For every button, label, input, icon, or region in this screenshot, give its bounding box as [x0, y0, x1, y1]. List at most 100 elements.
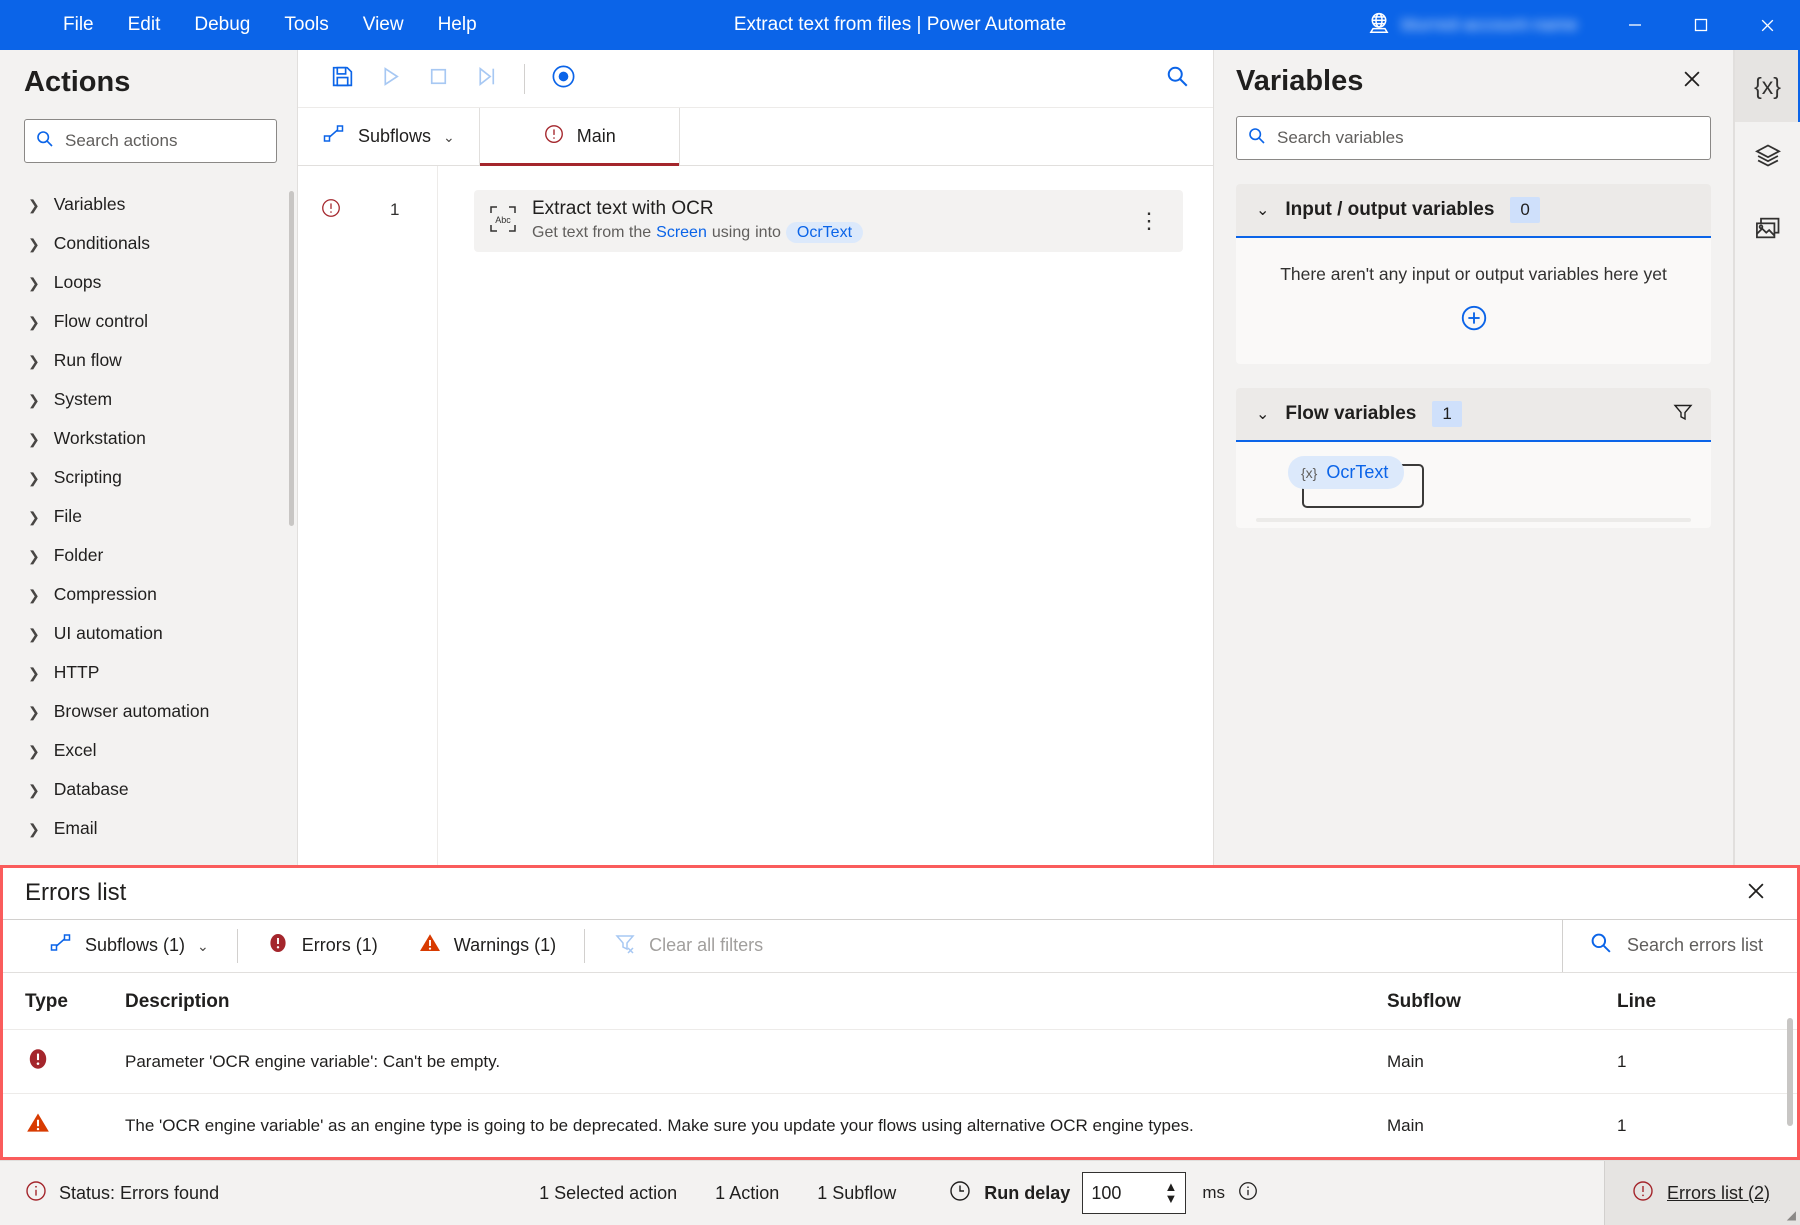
action-subtitle-into: into — [755, 224, 781, 242]
actions-group-ui-automation[interactable]: ❯ UI automation — [0, 614, 297, 653]
find-in-flow-button[interactable] — [1155, 59, 1199, 99]
tab-subflows-label: Subflows — [358, 126, 431, 147]
flow-variable-ocrtext[interactable]: {x} OcrText — [1288, 456, 1404, 489]
menu-item-file[interactable]: File — [46, 8, 111, 42]
input-output-variables-header[interactable]: ⌄ Input / output variables 0 — [1236, 184, 1711, 238]
actions-group-system[interactable]: ❯ System — [0, 380, 297, 419]
menu-item-help[interactable]: Help — [421, 8, 494, 42]
warning-icon — [25, 1121, 51, 1140]
actions-group-workstation[interactable]: ❯ Workstation — [0, 419, 297, 458]
row-error-icon — [320, 197, 342, 224]
table-row[interactable]: Parameter 'OCR engine variable': Can't b… — [3, 1030, 1797, 1094]
tab-main[interactable]: Main — [480, 108, 680, 165]
recorder-button[interactable] — [541, 59, 585, 99]
action-subtitle-source-link[interactable]: Screen — [656, 224, 707, 242]
stop-button[interactable] — [416, 59, 460, 99]
chevron-right-icon: ❯ — [28, 588, 40, 602]
run-delay-info-icon[interactable] — [1237, 1180, 1259, 1207]
run-delay-unit: ms — [1202, 1183, 1225, 1203]
flow-variables-header[interactable]: ⌄ Flow variables 1 — [1236, 388, 1711, 442]
step-over-icon — [474, 64, 499, 94]
save-button[interactable] — [320, 59, 364, 99]
actions-group-file[interactable]: ❯ File — [0, 497, 297, 536]
filter-subflows-label: Subflows (1) — [85, 935, 185, 956]
filter-icon[interactable] — [1671, 400, 1695, 429]
actions-group-flow-control[interactable]: ❯ Flow control — [0, 302, 297, 341]
chevron-right-icon: ❯ — [28, 198, 40, 212]
status-indicator: Status: Errors found — [0, 1179, 219, 1208]
errors-table-scrollbar[interactable] — [1787, 1018, 1793, 1126]
actions-scrollbar[interactable] — [289, 191, 294, 526]
actions-group-database[interactable]: ❯ Database — [0, 770, 297, 809]
search-variables-input[interactable]: Search variables — [1236, 116, 1711, 160]
menu-item-view[interactable]: View — [346, 8, 421, 42]
stepper-arrows[interactable]: ▲ ▼ — [1164, 1182, 1177, 1205]
chevron-down-icon[interactable]: ⌄ — [1256, 200, 1269, 220]
flow-variables-body: {x} OcrText — [1236, 442, 1711, 528]
filter-divider — [237, 929, 238, 963]
search-errors-input[interactable]: Search errors list — [1562, 920, 1797, 972]
error-badge-icon — [543, 123, 565, 150]
actions-group-excel[interactable]: ❯ Excel — [0, 731, 297, 770]
chevron-down-icon[interactable]: ⌄ — [1256, 404, 1269, 424]
actions-group-scripting[interactable]: ❯ Scripting — [0, 458, 297, 497]
menu-item-debug[interactable]: Debug — [177, 8, 267, 42]
actions-group-label: UI automation — [54, 623, 163, 644]
chevron-right-icon: ❯ — [28, 549, 40, 563]
maximize-button[interactable] — [1668, 0, 1734, 50]
strip-images-button[interactable] — [1735, 194, 1800, 266]
actions-group-variables[interactable]: ❯ Variables — [0, 185, 297, 224]
gutter-row: 1 — [298, 190, 437, 230]
variables-pane-header: Variables — [1214, 50, 1733, 106]
action-more-options-button[interactable]: ⋮ — [1132, 208, 1167, 234]
search-actions-input[interactable]: Search actions — [24, 119, 277, 163]
actions-group-browser-automation[interactable]: ❯ Browser automation — [0, 692, 297, 731]
actions-pane-title: Actions — [0, 50, 297, 109]
run-delay-stepper[interactable]: 100 ▲ ▼ — [1082, 1172, 1186, 1214]
strip-variables-button[interactable]: {x} — [1735, 50, 1800, 122]
chevron-right-icon: ❯ — [28, 471, 40, 485]
minimize-button[interactable] — [1602, 0, 1668, 50]
run-delay-value[interactable]: 100 — [1091, 1183, 1121, 1204]
subflows-icon — [49, 931, 73, 960]
filter-warnings[interactable]: Warnings (1) — [398, 920, 576, 972]
actions-group-http[interactable]: ❯ HTTP — [0, 653, 297, 692]
errors-list-close-button[interactable] — [1735, 876, 1777, 910]
menu-item-edit[interactable]: Edit — [111, 8, 178, 42]
stop-icon — [426, 64, 451, 94]
menu-item-tools[interactable]: Tools — [267, 8, 345, 42]
chevron-down-icon[interactable]: ▼ — [1164, 1194, 1177, 1204]
account-name: blurred-account-name — [1402, 15, 1578, 35]
resize-grip-icon[interactable]: ◢ — [1787, 1208, 1796, 1222]
run-button[interactable] — [368, 59, 412, 99]
clear-all-filters-button[interactable]: Clear all filters — [593, 920, 783, 972]
power-automate-window: File Edit Debug Tools View Help Extract … — [0, 0, 1800, 1225]
add-input-output-variable-button[interactable] — [1459, 303, 1489, 338]
errors-table: Type Description Subflow Line — [3, 973, 1797, 1157]
filter-errors[interactable]: Errors (1) — [246, 920, 398, 972]
table-row[interactable]: The 'OCR engine variable' as an engine t… — [3, 1094, 1797, 1158]
action-output-variable-pill[interactable]: OcrText — [786, 222, 863, 244]
actions-group-email[interactable]: ❯ Email — [0, 809, 297, 848]
action-card-extract-text-with-ocr[interactable]: Abc Extract text with OCR Get text from … — [474, 190, 1183, 252]
layers-icon — [1754, 142, 1782, 175]
strip-ui-elements-button[interactable] — [1735, 122, 1800, 194]
variables-pane-close-button[interactable] — [1673, 64, 1711, 98]
actions-group-run-flow[interactable]: ❯ Run flow — [0, 341, 297, 380]
actions-group-compression[interactable]: ❯ Compression — [0, 575, 297, 614]
actions-group-label: Scripting — [54, 467, 122, 488]
close-button[interactable] — [1734, 0, 1800, 50]
variable-row-separator — [1256, 518, 1691, 522]
row-line: 1 — [1617, 1094, 1797, 1158]
action-subtitle: Get text from the Screen using into OcrT… — [532, 222, 863, 244]
errors-list-status-button[interactable]: Errors list (2) — [1604, 1161, 1800, 1225]
actions-group-folder[interactable]: ❯ Folder — [0, 536, 297, 575]
account-area[interactable]: blurred-account-name — [1366, 10, 1578, 41]
run-next-action-button[interactable] — [464, 59, 508, 99]
tab-subflows[interactable]: Subflows ⌄ — [298, 108, 480, 165]
actions-group-loops[interactable]: ❯ Loops — [0, 263, 297, 302]
filter-subflows[interactable]: Subflows (1) ⌄ — [29, 920, 229, 972]
actions-group-conditionals[interactable]: ❯ Conditionals — [0, 224, 297, 263]
chevron-right-icon: ❯ — [28, 627, 40, 641]
actions-group-label: Conditionals — [54, 233, 150, 254]
